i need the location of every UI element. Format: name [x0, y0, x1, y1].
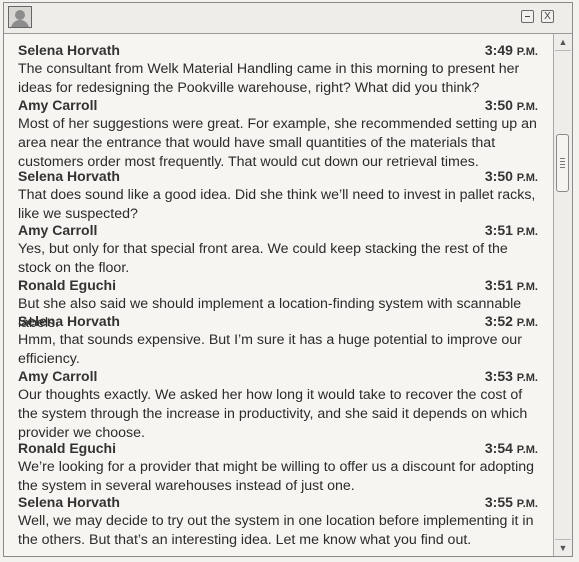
sender-name: Selena Horvath	[18, 168, 120, 184]
grip-line	[560, 167, 565, 168]
timestamp: 3:54 P.M.	[484, 440, 538, 456]
vertical-scrollbar[interactable]: ▲ ▼	[553, 34, 572, 556]
grip-line	[560, 158, 565, 159]
message: Selena Horvath 3:55 P.M. Well, we may de…	[18, 494, 538, 550]
message-list: Selena Horvath 3:49 P.M. The consultant …	[4, 34, 553, 556]
scrollbar-thumb[interactable]	[556, 134, 569, 192]
sender-name: Selena Horvath	[18, 494, 120, 510]
timestamp: 3:55 P.M.	[484, 494, 538, 510]
message: Amy Carroll 3:53 P.M. Our thoughts exact…	[18, 368, 538, 443]
message-text: The consultant from Welk Material Handli…	[18, 61, 520, 96]
sender-name: Selena Horvath	[18, 42, 120, 58]
timestamp: 3:50 P.M.	[484, 168, 538, 184]
timestamp: 3:51 P.M.	[484, 222, 538, 238]
message: Selena Horvath 3:50 P.M. That does sound…	[18, 168, 538, 224]
timestamp: 3:53 P.M.	[484, 368, 538, 384]
message-text: Well, we may decide to try out the syste…	[18, 513, 534, 548]
sender-name: Amy Carroll	[18, 368, 98, 384]
message-text: Our thoughts exactly. We asked her how l…	[18, 387, 528, 441]
title-bar: X	[4, 3, 572, 34]
message-text: That does sound like a good idea. Did sh…	[18, 187, 536, 222]
timestamp: 3:50 P.M.	[484, 97, 538, 113]
message: Amy Carroll 3:51 P.M. Yes, but only for …	[18, 222, 538, 278]
avatar[interactable]	[8, 6, 32, 28]
message-text: Yes, but only for that special front are…	[18, 241, 508, 276]
message-text: Hmm, that sounds expensive. But I’m sure…	[18, 332, 522, 367]
chat-window: X Selena Horvath 3:49 P.M. The consultan…	[3, 2, 573, 557]
close-button[interactable]: X	[541, 10, 554, 23]
sender-name: Selena Horvath	[18, 313, 120, 329]
message: Selena Horvath 3:52 P.M. Hmm, that sound…	[18, 313, 538, 369]
timestamp: 3:49 P.M.	[484, 42, 538, 58]
avatar-body	[11, 20, 29, 27]
timestamp: 3:52 P.M.	[484, 313, 538, 329]
grip-line	[560, 161, 565, 162]
sender-name: Amy Carroll	[18, 222, 98, 238]
sender-name: Amy Carroll	[18, 97, 98, 113]
minimize-button[interactable]	[521, 10, 534, 23]
message-text: Most of her suggestions were great. For …	[18, 116, 537, 170]
message: Amy Carroll 3:50 P.M. Most of her sugges…	[18, 97, 538, 172]
timestamp: 3:51 P.M.	[484, 277, 538, 293]
scroll-down-arrow-icon[interactable]: ▼	[555, 539, 571, 556]
sender-name: Ronald Eguchi	[18, 277, 116, 293]
message: Ronald Eguchi 3:54 P.M. We’re looking fo…	[18, 440, 538, 496]
avatar-head	[15, 10, 25, 20]
grip-line	[560, 164, 565, 165]
sender-name: Ronald Eguchi	[18, 440, 116, 456]
message-text: We’re looking for a provider that might …	[18, 459, 535, 494]
scroll-up-arrow-icon[interactable]: ▲	[555, 34, 571, 51]
message: Selena Horvath 3:49 P.M. The consultant …	[18, 42, 538, 98]
